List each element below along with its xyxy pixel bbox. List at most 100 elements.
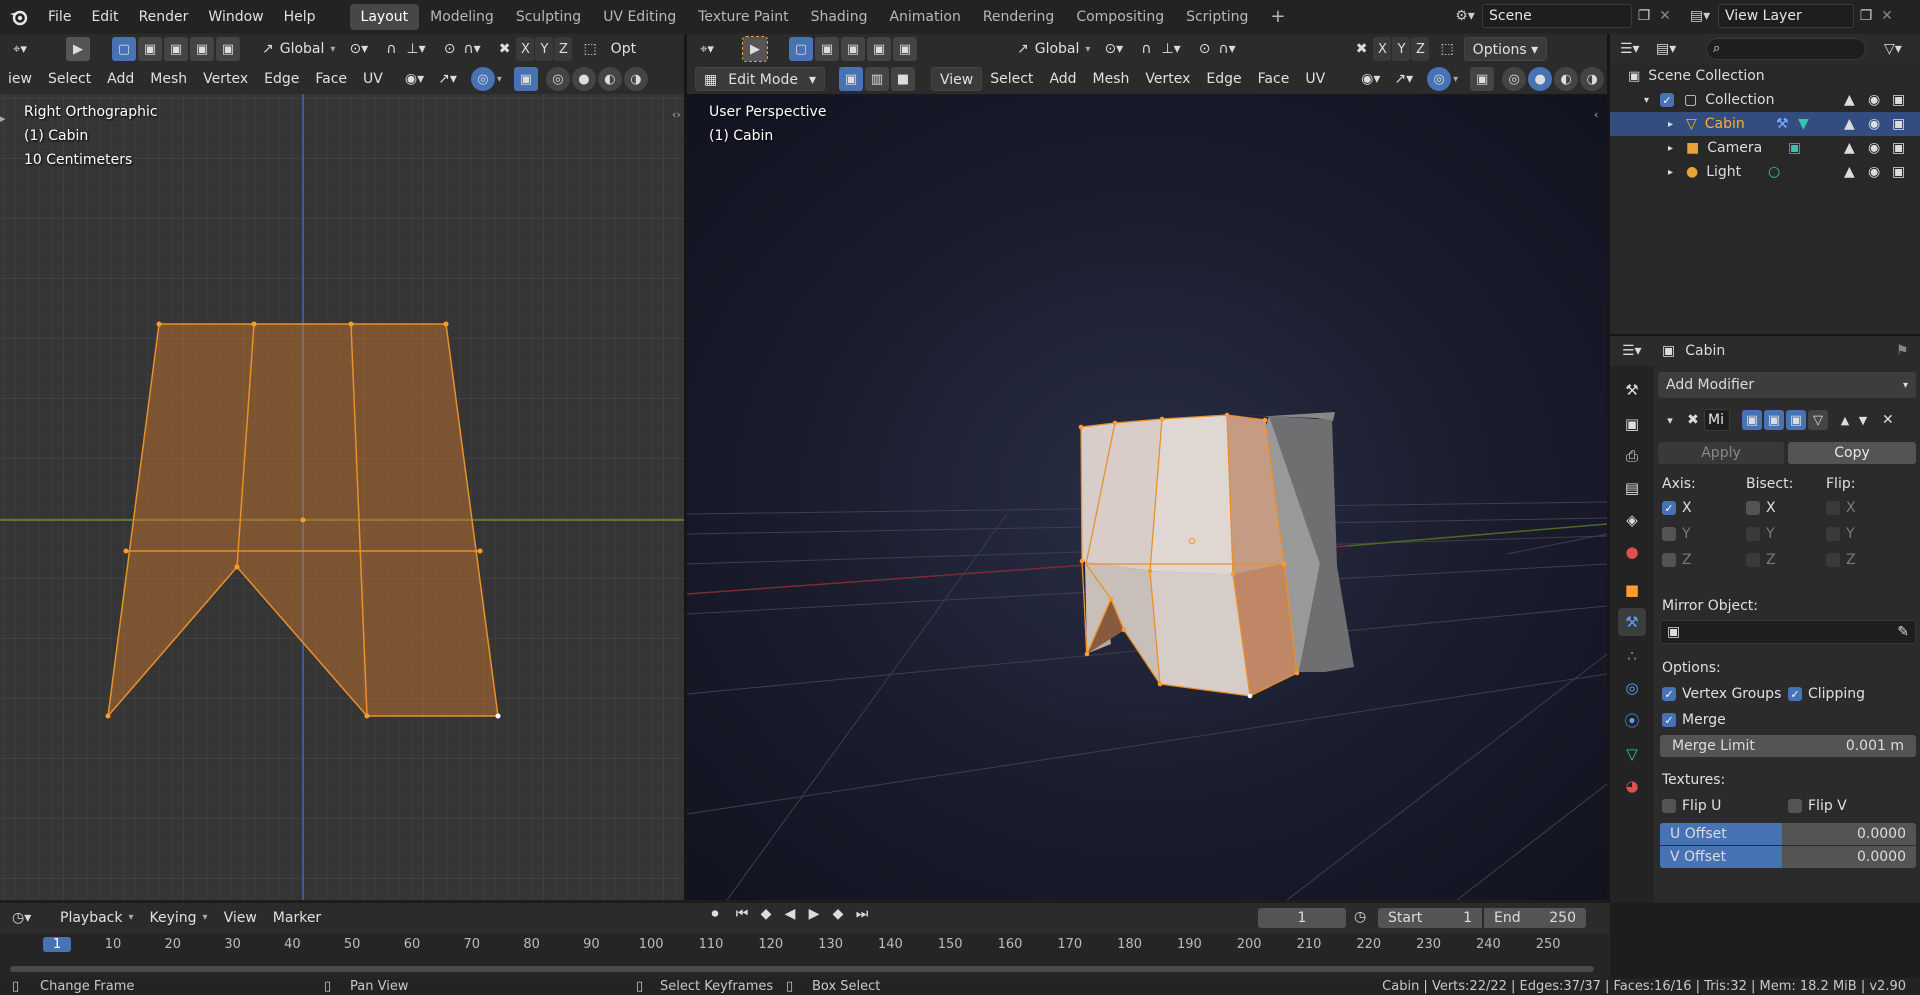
menu-file[interactable]: File — [38, 4, 81, 30]
select-tool-icon[interactable]: ▶ — [66, 37, 90, 61]
render-camera-icon[interactable]: ▣ — [1892, 164, 1905, 180]
left-menu-edge[interactable]: Edge — [256, 67, 307, 91]
editor-type-icon[interactable]: ☰▾ — [1622, 343, 1662, 359]
visibility-eye-icon[interactable]: ◉ — [1868, 116, 1880, 132]
delete-view-layer-icon[interactable]: ✕ — [1878, 8, 1896, 24]
tab-animation[interactable]: Animation — [878, 4, 971, 30]
timeline-menu-keying[interactable]: Keying ▾ — [142, 906, 216, 930]
select-extend-icon[interactable]: ▣ — [138, 37, 162, 61]
snap-target-icon[interactable]: ⊥▾ — [406, 41, 425, 57]
options-dropdown[interactable]: Opt — [605, 37, 642, 61]
vertex-select-icon[interactable]: ▣ — [839, 67, 863, 91]
tool-tab-icon[interactable]: ⚒ — [1618, 376, 1646, 404]
display-mode-icon[interactable]: ▤▾ — [1656, 41, 1696, 57]
outliner-row-camera[interactable]: ▸ ■ Camera ▣ ▲ ◉ ▣ — [1610, 136, 1920, 160]
play-icon[interactable]: ▶ — [802, 906, 826, 922]
current-frame-field[interactable]: 1 — [1258, 908, 1346, 928]
left-menu-add[interactable]: Add — [99, 67, 142, 91]
mirror-axis-y[interactable]: Y — [535, 37, 554, 61]
render-camera-icon[interactable]: ▣ — [1892, 140, 1905, 156]
axis-z-toggle[interactable]: Z — [1662, 552, 1692, 568]
select-toggle-icon[interactable]: ▲ — [1844, 164, 1855, 180]
options-dropdown[interactable]: Options ▾ — [1463, 37, 1548, 61]
visibility-eye-icon[interactable]: ◉ — [1868, 92, 1880, 108]
rendered-shading-icon[interactable]: ◑ — [1580, 67, 1605, 91]
pivot-icon[interactable]: ⊙▾ — [1104, 41, 1123, 57]
view-layer-icon[interactable]: ▤▾ — [1682, 8, 1718, 24]
menu-edit[interactable]: Edit — [81, 4, 128, 30]
light-data-icon[interactable]: ○ — [1768, 164, 1780, 180]
mirror-icon[interactable]: ✖ — [499, 41, 511, 57]
play-reverse-icon[interactable]: ◀ — [778, 906, 802, 922]
select-tool-icon[interactable]: ▶ — [742, 36, 768, 62]
disclosure-triangle-icon[interactable]: ▸ — [1668, 143, 1682, 154]
editor-type-icon[interactable]: ☰▾ — [1620, 41, 1656, 57]
editor-type-icon[interactable]: ◷▾ — [12, 910, 52, 926]
camera-data-icon[interactable]: ▣ — [1788, 140, 1801, 156]
add-workspace-button[interactable]: + — [1259, 4, 1296, 30]
viewport-toggle-icon[interactable]: ▣ — [1764, 410, 1784, 430]
bisect-x-toggle[interactable]: X — [1746, 500, 1776, 516]
disclosure-triangle-icon[interactable]: ▸ — [1668, 167, 1682, 178]
pivot-icon[interactable]: ⊙▾ — [349, 41, 368, 57]
flip-y-toggle[interactable]: Y — [1826, 526, 1855, 542]
face-select-icon[interactable]: ■ — [891, 67, 915, 91]
merge-limit-field[interactable]: Merge Limit 0.001 m — [1660, 735, 1916, 757]
on-cage-toggle-icon[interactable]: ▽ — [1808, 410, 1828, 430]
right-menu-face[interactable]: Face — [1250, 67, 1298, 91]
right-menu-select[interactable]: Select — [982, 67, 1041, 91]
copy-button[interactable]: Copy — [1788, 442, 1916, 464]
left-menu-face[interactable]: Face — [307, 67, 355, 91]
left-menu-vertex[interactable]: Vertex — [195, 67, 256, 91]
render-toggle-icon[interactable]: ▣ — [1786, 410, 1806, 430]
gizmo-icon[interactable]: ↗▾ — [1394, 71, 1413, 87]
right-viewport[interactable]: User Perspective (1) Cabin ‹ — [687, 94, 1607, 900]
outliner-search-input[interactable]: ⌕ — [1706, 38, 1866, 60]
data-tab-icon[interactable]: ▽ — [1618, 740, 1646, 768]
pin-icon[interactable]: ⚑ — [1896, 343, 1909, 359]
mirror-object-field[interactable]: ▣ ✎ — [1660, 620, 1916, 644]
snap-icon[interactable]: ∩ — [386, 41, 396, 57]
merge-toggle[interactable]: ✓ Merge — [1662, 712, 1726, 728]
start-frame-field[interactable]: Start 1 — [1378, 908, 1482, 928]
menu-render[interactable]: Render — [129, 4, 199, 30]
scene-icon[interactable]: ⚙︎▾ — [1448, 8, 1482, 24]
timeline-frames[interactable]: 1 10 20 30 40 50 60 70 80 90 100 110 120 130 140 150 160… — [0, 933, 1610, 978]
overlays-icon[interactable]: ◎ — [1427, 67, 1452, 91]
tab-shading[interactable]: Shading — [800, 4, 879, 30]
right-menu-mesh[interactable]: Mesh — [1085, 67, 1138, 91]
cabin-mesh-3d[interactable] — [1078, 412, 1354, 699]
solid-shading-icon[interactable]: ● — [571, 67, 596, 91]
mirror-axis-x[interactable]: X — [1373, 37, 1392, 61]
add-modifier-dropdown[interactable]: Add Modifier ▾ — [1658, 372, 1916, 398]
rendered-shading-icon[interactable]: ◑ — [623, 67, 648, 91]
disclosure-triangle-icon[interactable]: ▾ — [1644, 95, 1660, 106]
mirror-axis-x[interactable]: X — [516, 37, 535, 61]
blender-logo-icon[interactable] — [0, 8, 38, 26]
gizmo-icon[interactable]: ↗▾ — [438, 71, 457, 87]
toolbar-toggle-icon[interactable]: ▸ — [0, 112, 6, 125]
menu-help[interactable]: Help — [274, 4, 326, 30]
wireframe-shading-icon[interactable]: ◎ — [545, 67, 570, 91]
render-tab-icon[interactable]: ▣ — [1618, 410, 1646, 438]
select-invert-icon[interactable]: ▣ — [190, 37, 214, 61]
right-menu-view[interactable]: View — [931, 67, 983, 91]
record-icon[interactable]: ⏺ — [700, 906, 730, 922]
snap-target-icon[interactable]: ⊥▾ — [1161, 41, 1180, 57]
material-tab-icon[interactable]: ◕ — [1618, 772, 1646, 800]
apply-button[interactable]: Apply — [1658, 442, 1784, 464]
menu-window[interactable]: Window — [198, 4, 273, 30]
tab-uv-editing[interactable]: UV Editing — [592, 4, 687, 30]
outliner-row-cabin[interactable]: ▸ ▽ Cabin ⚒ ▼ ▲ ◉ ▣ — [1610, 112, 1920, 136]
xray-icon[interactable]: ▣ — [1470, 67, 1495, 91]
select-subtract-icon[interactable]: ▣ — [164, 37, 188, 61]
left-menu-uv[interactable]: UV — [355, 67, 391, 91]
outliner-row-scene-collection[interactable]: ▣ Scene Collection — [1610, 64, 1920, 88]
jump-keyframe-back-icon[interactable]: ◆ — [754, 906, 778, 922]
particles-tab-icon[interactable]: ∴ — [1618, 642, 1646, 670]
auto-merge-icon[interactable]: ⬚ — [583, 41, 596, 57]
bisect-y-toggle[interactable]: Y — [1746, 526, 1775, 542]
right-menu-edge[interactable]: Edge — [1198, 67, 1249, 91]
select-box-mode-icon[interactable]: ▢ — [112, 37, 136, 61]
right-menu-add[interactable]: Add — [1041, 67, 1084, 91]
